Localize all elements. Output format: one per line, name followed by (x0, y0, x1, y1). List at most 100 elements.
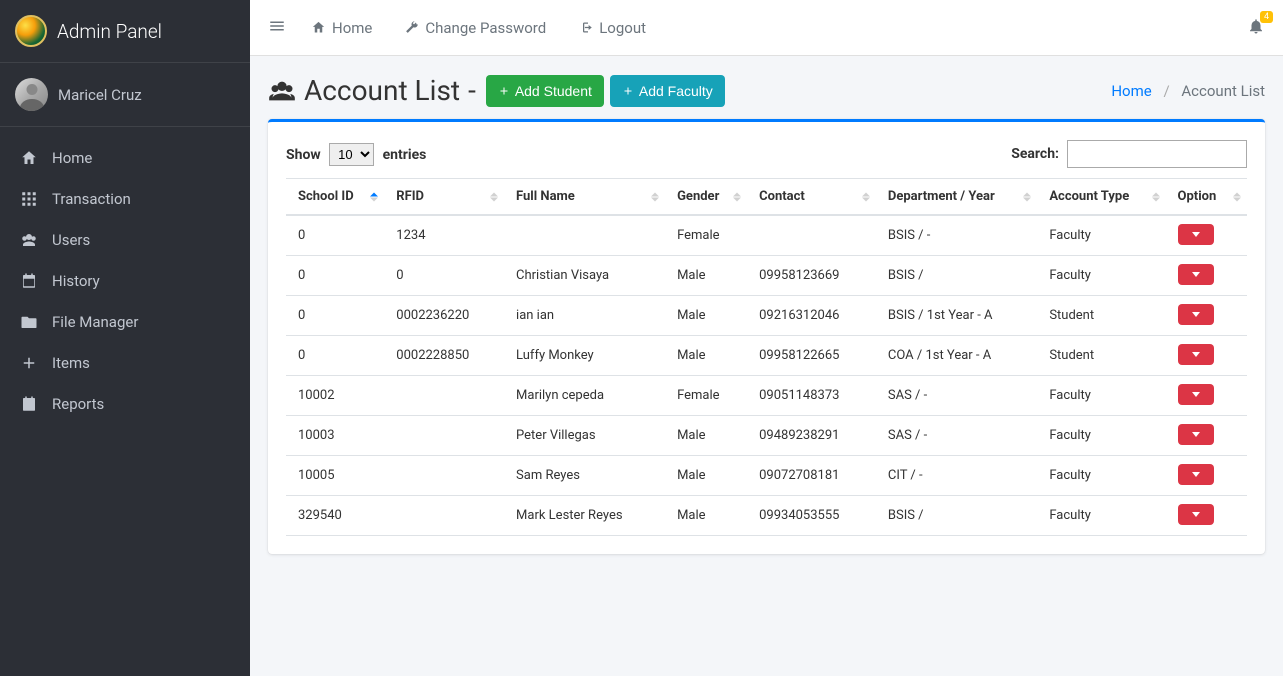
table-row: 01234FemaleBSIS / -Faculty (286, 215, 1247, 256)
cell (747, 215, 876, 256)
cell: BSIS / (876, 496, 1037, 536)
row-options-button[interactable] (1178, 384, 1214, 405)
top-change-password[interactable]: Change Password (404, 19, 546, 37)
cell: 0 (286, 215, 384, 256)
calendar-icon (18, 271, 40, 290)
add-student-label: Add Student (515, 83, 592, 99)
cell: Male (665, 296, 747, 336)
cell (504, 215, 665, 256)
table-controls: Show 10 entries Search: (286, 140, 1247, 168)
col-contact[interactable]: Contact (747, 179, 876, 216)
cell-option (1166, 336, 1247, 376)
sidebar-item-transaction[interactable]: Transaction (0, 178, 250, 219)
cell: 329540 (286, 496, 384, 536)
add-faculty-button[interactable]: Add Faculty (610, 75, 725, 107)
users-icon (18, 230, 40, 249)
cell (384, 416, 504, 456)
cell-option (1166, 456, 1247, 496)
brand-logo (15, 15, 47, 47)
menu-toggle[interactable] (268, 17, 286, 39)
user-panel[interactable]: Maricel Cruz (0, 63, 250, 127)
cell: Female (665, 376, 747, 416)
col-full-name[interactable]: Full Name (504, 179, 665, 216)
main: Home Change Password Logout 4 Account Li… (250, 0, 1283, 676)
search: Search: (1011, 140, 1247, 168)
report-icon (18, 394, 40, 413)
cell: 0 (286, 336, 384, 376)
cell: Male (665, 256, 747, 296)
cell: Male (665, 456, 747, 496)
page-header: Account List - Add Student Add Faculty H… (268, 74, 1265, 107)
cell: Luffy Monkey (504, 336, 665, 376)
top-logout[interactable]: Logout (578, 19, 646, 37)
plus-icon (18, 353, 40, 372)
row-options-button[interactable] (1178, 304, 1214, 325)
row-options-button[interactable] (1178, 424, 1214, 445)
card: Show 10 entries Search: School ID RFIDFul… (268, 119, 1265, 554)
cell-option (1166, 496, 1247, 536)
home-icon (311, 20, 326, 35)
cell: Sam Reyes (504, 456, 665, 496)
sidebar-item-users[interactable]: Users (0, 219, 250, 260)
cell-option (1166, 256, 1247, 296)
sidebar-item-items[interactable]: Items (0, 342, 250, 383)
cell: Male (665, 496, 747, 536)
caret-down-icon (1192, 472, 1200, 477)
cell-option (1166, 376, 1247, 416)
caret-down-icon (1192, 272, 1200, 277)
col-gender[interactable]: Gender (665, 179, 747, 216)
entries-select[interactable]: 10 (329, 143, 374, 166)
col-label: School ID (298, 189, 354, 204)
row-options-button[interactable] (1178, 464, 1214, 485)
cell: 10003 (286, 416, 384, 456)
cell (384, 496, 504, 536)
cell-option (1166, 416, 1247, 456)
add-student-button[interactable]: Add Student (486, 75, 604, 107)
sidebar-item-file-manager[interactable]: File Manager (0, 301, 250, 342)
sidebar-item-label: Items (52, 354, 90, 372)
breadcrumb-home[interactable]: Home (1111, 82, 1151, 100)
search-input[interactable] (1067, 140, 1247, 168)
breadcrumb-current: Account List (1181, 82, 1265, 100)
row-options-button[interactable] (1178, 264, 1214, 285)
grid-icon (18, 189, 40, 208)
col-label: Contact (759, 189, 805, 204)
cell: Christian Visaya (504, 256, 665, 296)
cell: 0 (286, 296, 384, 336)
sidebar-item-label: History (52, 272, 100, 290)
cell: 10002 (286, 376, 384, 416)
col-account-type[interactable]: Account Type (1037, 179, 1165, 216)
users-icon (268, 77, 296, 105)
row-options-button[interactable] (1178, 504, 1214, 525)
col-option[interactable]: Option (1166, 179, 1247, 216)
cell: 09934053555 (747, 496, 876, 536)
sidebar-item-home[interactable]: Home (0, 137, 250, 178)
row-options-button[interactable] (1178, 224, 1214, 245)
brand[interactable]: Admin Panel (0, 0, 250, 63)
sidebar-item-history[interactable]: History (0, 260, 250, 301)
user-name: Maricel Cruz (58, 86, 142, 104)
cell: Faculty (1037, 215, 1165, 256)
sidebar: Admin Panel Maricel Cruz HomeTransaction… (0, 0, 250, 676)
cell: 09072708181 (747, 456, 876, 496)
col-department-year[interactable]: Department / Year (876, 179, 1037, 216)
row-options-button[interactable] (1178, 344, 1214, 365)
cell: Faculty (1037, 416, 1165, 456)
cell: 09958123669 (747, 256, 876, 296)
accounts-table: School ID RFIDFull NameGender Contact Depar… (286, 178, 1247, 536)
cell: BSIS / 1st Year - A (876, 296, 1037, 336)
cell-option (1166, 296, 1247, 336)
caret-down-icon (1192, 392, 1200, 397)
cell: Faculty (1037, 496, 1165, 536)
avatar (15, 78, 48, 111)
col-rfid[interactable]: RFID (384, 179, 504, 216)
table-row: 00002236220ian ianMale09216312046BSIS / … (286, 296, 1247, 336)
sidebar-item-reports[interactable]: Reports (0, 383, 250, 424)
top-logout-label: Logout (599, 19, 646, 37)
top-home[interactable]: Home (311, 19, 372, 37)
caret-down-icon (1192, 512, 1200, 517)
col-school-id[interactable]: School ID (286, 179, 384, 216)
notifications[interactable]: 4 (1247, 17, 1265, 39)
content: Account List - Add Student Add Faculty H… (250, 56, 1283, 572)
top-change-password-label: Change Password (425, 19, 546, 37)
